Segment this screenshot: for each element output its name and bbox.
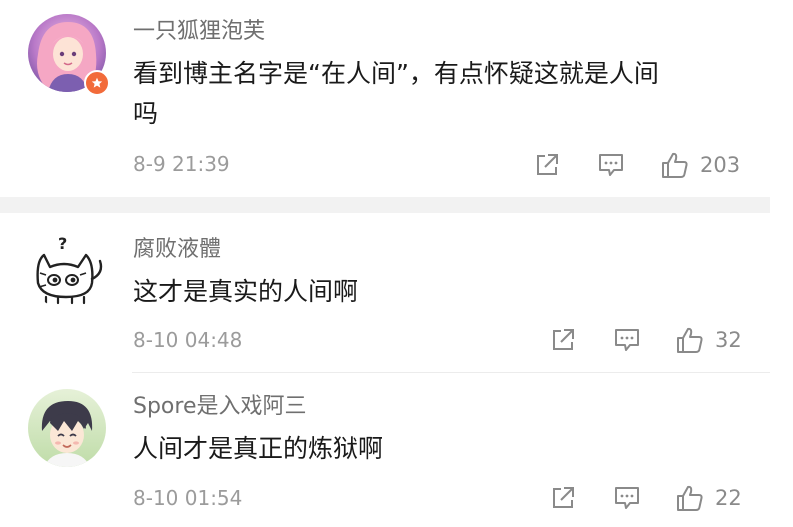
share-button[interactable] (532, 150, 562, 180)
like-count: 32 (715, 328, 742, 352)
reply-button[interactable] (612, 325, 642, 355)
comment-text-line: 吗 (133, 99, 159, 128)
vip-star-badge-icon (84, 70, 110, 96)
like-button[interactable]: 203 (660, 148, 740, 182)
thumbs-up-icon (677, 485, 703, 511)
comment-icon (615, 487, 639, 509)
share-icon (553, 487, 574, 508)
like-button[interactable]: 22 (675, 481, 742, 515)
cartoon-cat-avatar-image: ? (28, 231, 106, 309)
comment-icon (615, 329, 639, 351)
timestamp: 8-10 04:48 (133, 328, 243, 352)
reply-button[interactable] (596, 150, 626, 180)
svg-text:?: ? (58, 234, 67, 253)
timestamp: 8-9 21:39 (133, 152, 230, 176)
timestamp: 8-10 01:54 (133, 486, 243, 510)
comment-item: 一只狐狸泡芙 看到博主名字是“在人间”，有点怀疑这就是人间 吗 8-9 21:3… (0, 0, 793, 197)
like-button[interactable]: 32 (675, 323, 742, 357)
thumbs-up-icon (662, 152, 688, 178)
comment-item: Spore是入戏阿三 人间才是真正的炼狱啊 8-10 01:54 22 (0, 373, 793, 527)
comment-text: 看到博主名字是“在人间”，有点怀疑这就是人间 吗 (133, 54, 773, 134)
comment-text[interactable]: 这才是真实的人间啊 (133, 272, 773, 312)
username[interactable]: 一只狐狸泡芙 (133, 17, 265, 47)
username[interactable]: 腐败液體 (133, 235, 221, 265)
share-button[interactable] (548, 325, 578, 355)
thumbs-up-icon (677, 327, 703, 353)
avatar[interactable] (28, 389, 106, 467)
comment-text[interactable]: 人间才是真正的炼狱啊 (133, 429, 773, 469)
reply-button[interactable] (612, 483, 642, 513)
section-divider (0, 197, 770, 213)
anime-boy-avatar-image (28, 389, 106, 467)
share-button[interactable] (548, 483, 578, 513)
comment-text-line: 看到博主名字是“在人间”，有点怀疑这就是人间 (133, 59, 659, 88)
share-icon (537, 154, 558, 175)
comment-item: ? 腐败液體 这才是真实的人间啊 8-10 04:48 32 (0, 213, 793, 373)
comment-icon (599, 154, 623, 176)
username[interactable]: Spore是入戏阿三 (133, 392, 307, 422)
avatar[interactable]: ? (28, 231, 106, 309)
share-icon (553, 329, 574, 350)
like-count: 22 (715, 486, 742, 510)
like-count: 203 (700, 153, 741, 177)
